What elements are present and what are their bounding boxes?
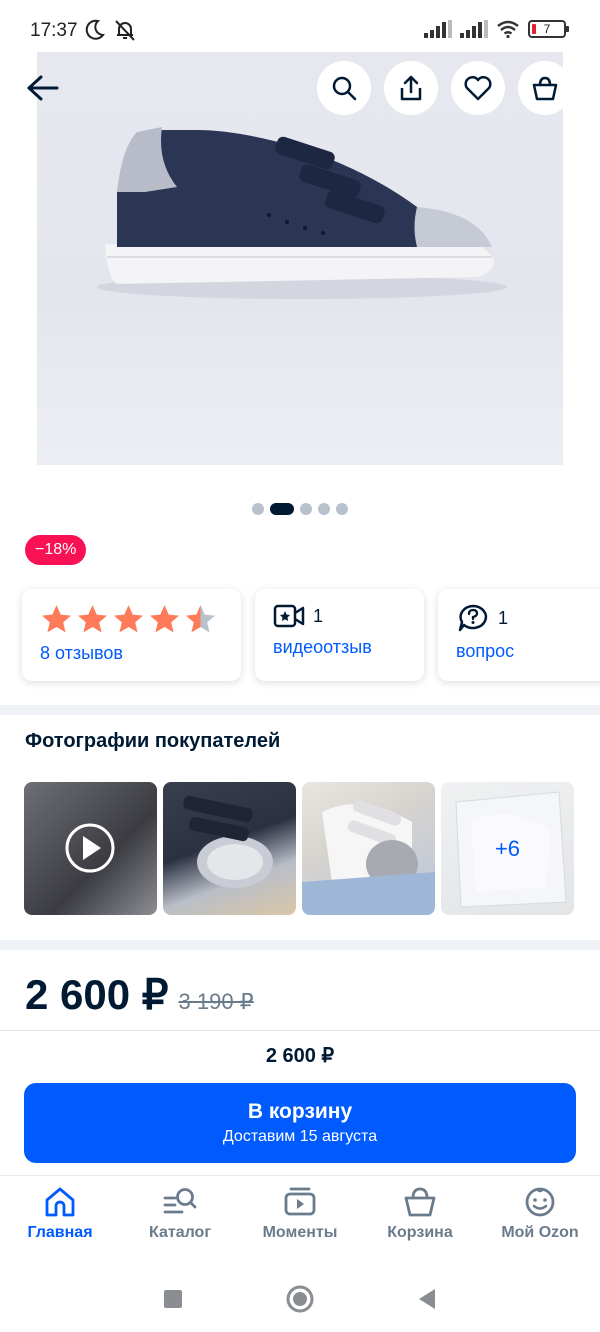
current-price: 2 600 ₽ [25,971,169,1018]
nav-item-profile[interactable]: Мой Ozon [480,1176,600,1265]
nav-label-profile: Мой Ozon [501,1224,579,1241]
pager-dot[interactable] [336,503,348,515]
price-block: 2 600 ₽ 3 190 ₽ [25,970,254,1019]
nav-item-catalog[interactable]: Каталог [120,1176,240,1265]
reviews-count-label: 8 отзывов [40,643,123,663]
back-triangle-icon[interactable] [417,1288,437,1310]
arrow-left-icon [27,75,59,101]
recent-apps-icon[interactable] [163,1289,183,1309]
cart-icon [404,1187,436,1217]
reviews-card[interactable]: 8 отзывов [22,589,241,681]
system-navigation [0,1265,600,1332]
video-reviews-count: 1 [313,605,324,626]
questions-card[interactable]: 1 вопрос [438,589,600,681]
search-icon [332,76,357,101]
home-icon [45,1187,75,1217]
video-reviews-label: видеоотзыв [273,637,372,657]
play-icon [65,823,115,873]
discount-badge: −18% [25,535,87,565]
customer-photos-title: Фотографии покупателей [25,730,281,752]
add-to-cart-button[interactable]: В корзину Доставим 15 августа [24,1083,576,1163]
muted-bell-icon [115,20,135,41]
status-right-icons: 7 [424,20,569,38]
moments-icon [284,1187,316,1216]
sneaker-photo [302,800,435,915]
pager-dot[interactable] [318,503,330,515]
nav-label-cart: Корзина [387,1224,453,1241]
old-price: 3 190 ₽ [178,989,254,1014]
nav-item-moments[interactable]: Моменты [240,1176,360,1265]
question-bubble-icon [458,604,488,632]
battery-level: 7 [543,22,551,36]
share-icon [400,75,422,101]
wifi-icon [497,20,519,38]
add-to-cart-label: В корзину [247,1100,353,1123]
customer-photo[interactable] [302,782,435,915]
nav-item-cart[interactable]: Корзина [360,1176,480,1265]
cart-top-button[interactable] [518,61,572,115]
star-icon [186,605,215,633]
nav-label-moments: Моменты [262,1224,338,1241]
pager-dot[interactable] [270,503,294,515]
battery-icon: 7 [528,20,569,38]
star-icon [78,605,107,633]
heart-icon [464,75,492,101]
section-divider [0,705,600,715]
basket-icon [532,76,558,101]
more-photos-count: +6 [494,835,521,861]
questions-label: вопрос [456,641,515,661]
status-left-icons [84,18,138,42]
delivery-date-label: Доставим 15 августа [222,1128,378,1145]
rating-stars [40,603,223,635]
bottom-navigation: Главная Каталог Моменты Корзина Мой Ozon [0,1175,600,1265]
profile-icon [525,1187,555,1217]
back-button[interactable] [14,60,70,116]
home-circle-icon[interactable] [285,1284,315,1314]
star-icon [114,605,143,633]
stats-cards: 8 отзывов 1 видеоотзыв 1 вопрос [22,589,600,681]
star-icon [150,605,179,633]
customer-video-thumbnail[interactable] [24,782,157,915]
section-divider [0,940,600,950]
customer-photos-row: +6 [24,782,574,915]
more-photos-tile[interactable]: +6 [441,782,574,915]
status-time: 17:37 [30,20,78,41]
nav-item-home[interactable]: Главная [0,1176,120,1265]
star-icon [42,605,71,633]
nav-label-home: Главная [27,1224,93,1241]
search-button[interactable] [317,61,371,115]
image-pager[interactable] [0,503,600,515]
video-review-icon [273,604,305,628]
nav-label-catalog: Каталог [149,1224,211,1241]
favorite-button[interactable] [451,61,505,115]
video-reviews-card[interactable]: 1 видеоотзыв [255,589,424,681]
pager-dot[interactable] [300,503,312,515]
catalog-search-icon [163,1188,197,1214]
signal-icon [424,20,452,38]
share-button[interactable] [384,61,438,115]
signal-icon-2 [460,20,488,38]
questions-count: 1 [498,607,509,628]
bottom-panel-price: 2 600 ₽ [265,1045,335,1067]
bottom-panel-divider [0,1030,600,1031]
sneaker-photo [183,795,273,888]
customer-photo[interactable] [163,782,296,915]
moon-icon [85,19,105,40]
pager-dot[interactable] [252,503,264,515]
